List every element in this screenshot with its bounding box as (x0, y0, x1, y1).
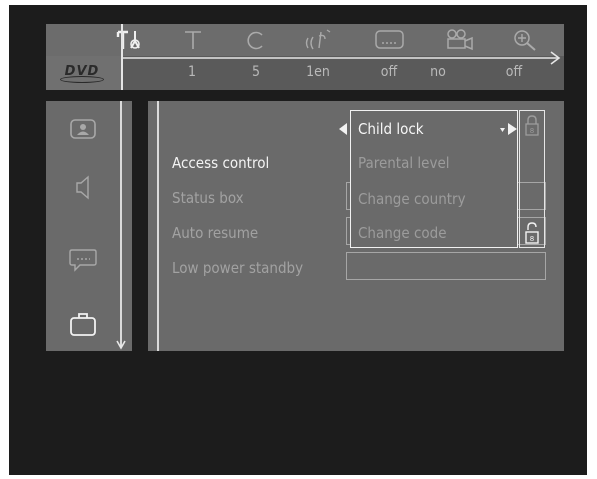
left-arrow-icon[interactable] (337, 122, 349, 136)
dvd-logo: DVD (56, 64, 108, 83)
language-icon[interactable] (66, 244, 100, 274)
submenu-item-change-code[interactable]: Change code (358, 221, 447, 245)
lock-closed-icon: 8 (525, 115, 539, 136)
menu-item-access-control[interactable]: Access control (172, 151, 269, 175)
submenu-item-parental-level[interactable]: Parental level (358, 151, 450, 175)
low-power-standby-field[interactable] (346, 252, 546, 280)
menu-item-auto-resume[interactable]: Auto resume (172, 221, 258, 245)
features-icon[interactable] (66, 309, 100, 339)
sidebar-scroll-arrow[interactable] (114, 101, 128, 353)
statusbar-pointer-line (121, 24, 561, 90)
picture-icon-svg (70, 119, 96, 139)
menu-item-low-power-standby[interactable]: Low power standby (172, 256, 303, 280)
lock-open-icon: 8 (525, 222, 539, 244)
settings-divider (157, 101, 159, 351)
features-icon-svg (70, 313, 96, 336)
language-icon-svg (69, 249, 97, 272)
picture-icon[interactable] (66, 114, 100, 144)
svg-text:8: 8 (530, 127, 534, 135)
svg-text:8: 8 (530, 235, 534, 243)
right-arrow-icon[interactable] (497, 122, 521, 136)
submenu-item-child-lock[interactable]: Child lock (358, 117, 424, 141)
sound-icon-svg (76, 175, 89, 200)
sound-icon[interactable] (66, 172, 100, 202)
menu-item-status-box[interactable]: Status box (172, 186, 244, 210)
dvd-logo-disc (60, 76, 104, 83)
submenu-item-change-country[interactable]: Change country (358, 187, 466, 211)
